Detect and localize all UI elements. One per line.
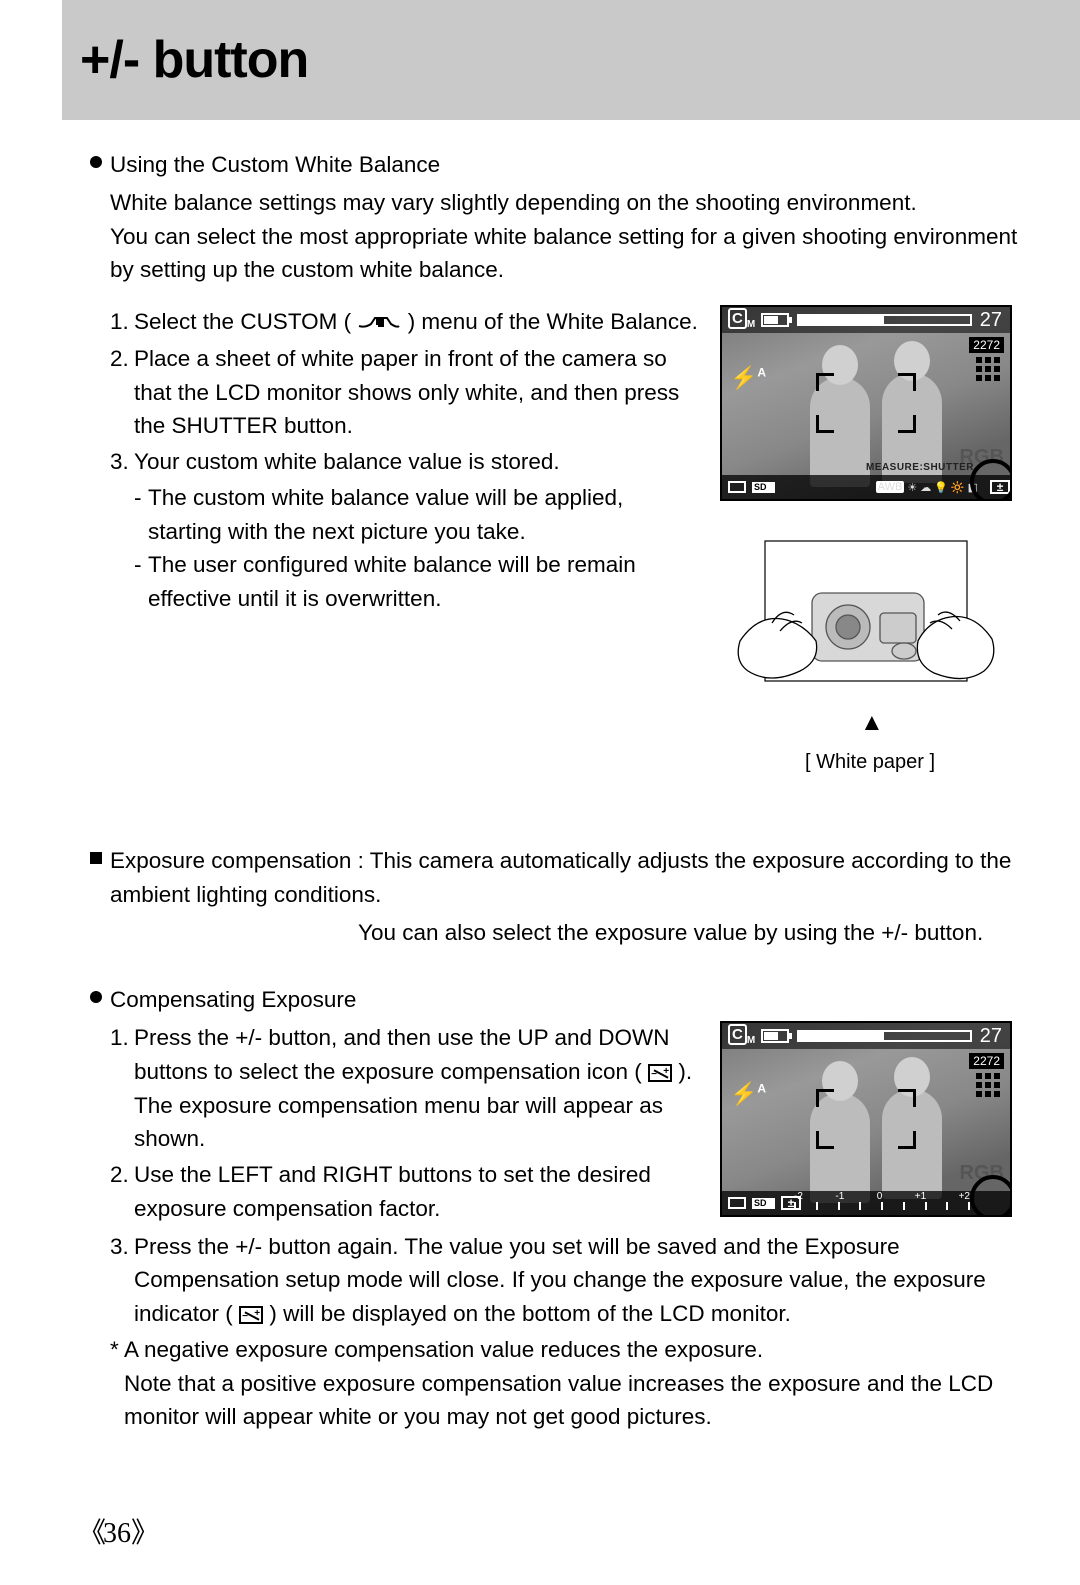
ev-scale: -2 -1 0 +1 +2 xyxy=(794,1194,970,1212)
resolution-badge: 2272 xyxy=(969,1053,1004,1069)
bullet-icon xyxy=(90,991,102,1003)
exposure-comp-icon: − xyxy=(648,1064,672,1082)
exposure-line2: You can also select the exposure value b… xyxy=(358,916,1020,950)
sd-icon: SD xyxy=(752,1198,775,1209)
wb-option-bar: AWB☀☁💡🔆◧ xyxy=(876,481,978,494)
step1-text-b: ) menu of the White Balance. xyxy=(408,309,698,334)
white-paper-caption: [ White paper ] xyxy=(720,751,1020,774)
square-bullet-exposure: Exposure compensation : This camera auto… xyxy=(90,844,1020,912)
step-3: 3. Your custom white balance value is st… xyxy=(110,445,700,479)
shots-remaining: 27 xyxy=(980,309,1002,332)
white-paper-illustration: ▲ xyxy=(720,521,1012,711)
focus-brackets-icon xyxy=(816,373,916,433)
step1-text-a: Select the CUSTOM ( xyxy=(134,309,351,334)
resolution-badge: 2272 xyxy=(969,337,1004,353)
step-1: 1. Select the CUSTOM ( ) menu of the Whi… xyxy=(110,305,700,340)
bullet-custom-wb: Using the Custom White Balance xyxy=(90,148,1020,182)
lcd-mode-icon: CM xyxy=(728,1026,755,1046)
lcd-mode-icon: CM xyxy=(728,310,755,330)
arrow-up-icon: ▲ xyxy=(860,709,884,737)
lcd-screenshot-wb: CM 27 2272 ⚡A RGB MEASURE:SHUTTER SD AWB… xyxy=(720,305,1012,501)
page-title: +/- button xyxy=(80,30,308,90)
wb-para1: White balance settings may vary slightly… xyxy=(110,186,1020,220)
highlight-circle-icon xyxy=(970,1175,1012,1217)
custom-wb-icon xyxy=(357,306,401,340)
card-icon xyxy=(728,1197,746,1209)
exposure-comp-icon: − xyxy=(239,1306,263,1324)
page-content: Using the Custom White Balance White bal… xyxy=(90,148,1020,1434)
bullet-title: Using the Custom White Balance xyxy=(110,148,440,182)
bullet-compensating: Compensating Exposure xyxy=(90,983,1020,1017)
wb-para2: You can select the most appropriate whit… xyxy=(110,220,1020,288)
step-3-sub1: -The custom white balance value will be … xyxy=(134,481,700,549)
exposure-label: Exposure compensation : xyxy=(110,848,364,873)
battery-icon xyxy=(761,1029,789,1043)
step-2: 2. Place a sheet of white paper in front… xyxy=(110,342,700,443)
page-number: 《36》 xyxy=(78,1511,156,1551)
focus-brackets-icon xyxy=(816,1089,916,1149)
highlight-circle-icon xyxy=(970,459,1012,501)
ev-step-1: 1. Press the +/- button, and then use th… xyxy=(110,1021,700,1156)
lcd-screenshot-ev: CM 27 2272 ⚡A RGB SD xyxy=(720,1021,1012,1217)
compensating-title: Compensating Exposure xyxy=(110,983,356,1017)
measure-hint: MEASURE:SHUTTER xyxy=(866,462,974,473)
square-bullet-icon xyxy=(90,852,102,864)
flash-auto-icon: ⚡A xyxy=(730,365,766,391)
memory-bar xyxy=(797,1030,972,1042)
shots-remaining: 27 xyxy=(980,1025,1002,1048)
quality-icon xyxy=(976,357,1002,381)
memory-bar xyxy=(797,314,972,326)
card-icon xyxy=(728,481,746,493)
quality-icon xyxy=(976,1073,1002,1097)
battery-icon xyxy=(761,313,789,327)
flash-auto-icon: ⚡A xyxy=(730,1081,766,1107)
ev-step-2: 2. Use the LEFT and RIGHT buttons to set… xyxy=(110,1158,700,1226)
step-3-sub2: -The user configured white balance will … xyxy=(134,548,700,616)
ev-note: * A negative exposure compensation value… xyxy=(110,1333,1020,1434)
page-header: +/- button xyxy=(62,0,1080,120)
ev-step-3: 3. Press the +/- button again. The value… xyxy=(110,1230,1020,1331)
sd-icon: SD xyxy=(752,482,775,493)
bullet-icon xyxy=(90,156,102,168)
